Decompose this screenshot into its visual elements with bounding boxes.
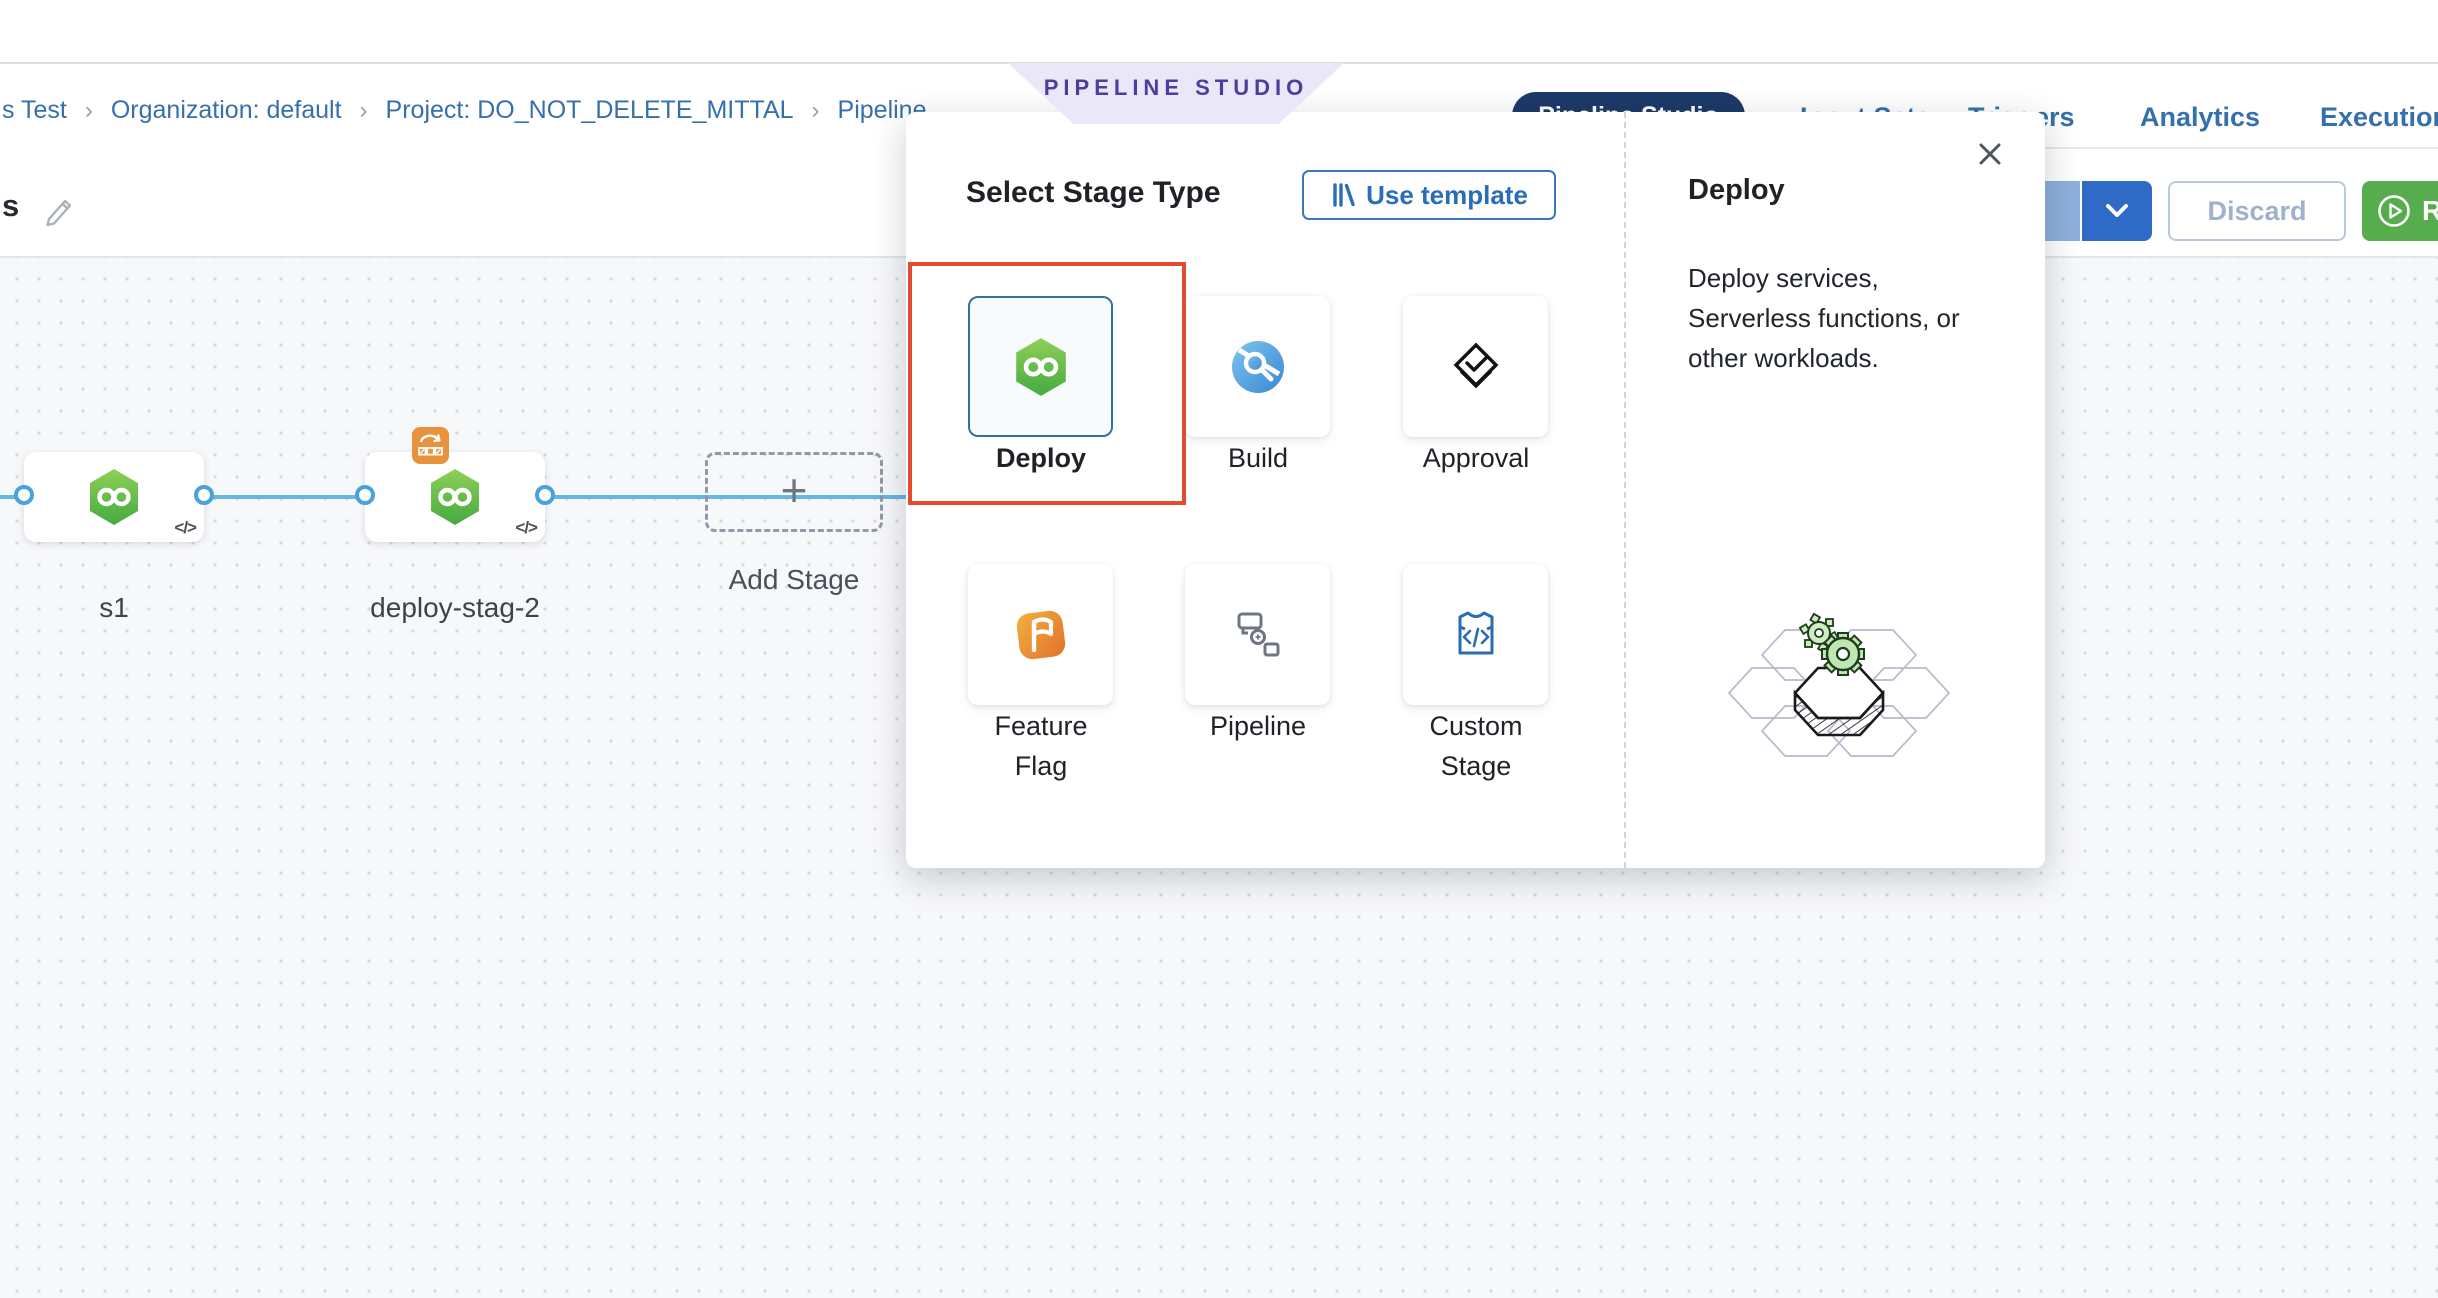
add-stage-button[interactable]: + [705, 452, 883, 532]
dialog-title: Select Stage Type [966, 176, 1221, 210]
detail-description: Deploy services, Serverless functions, o… [1688, 258, 1988, 378]
panel-divider [1624, 112, 1626, 868]
cd-hexagon-icon [87, 467, 141, 532]
run-button[interactable]: R [2362, 181, 2438, 241]
add-stage-label: Add Stage [704, 564, 884, 596]
stage-node-deploy-stag-2[interactable]: </> [365, 452, 545, 542]
close-icon[interactable] [1968, 132, 2012, 176]
code-view-glyph: </> [174, 518, 196, 538]
stage-type-label-pipeline: Pipeline [1183, 706, 1333, 746]
breadcrumb-project[interactable]: Project: DO_NOT_DELETE_MITTAL [386, 96, 794, 125]
stage-node-s1[interactable]: </> [24, 452, 204, 542]
pipeline-studio-screen: s Test › Organization: default › Project… [0, 0, 2438, 1298]
stage-type-card-pipeline[interactable] [1185, 564, 1330, 705]
selection-highlight-box [908, 262, 1186, 505]
breadcrumb-organization[interactable]: Organization: default [111, 96, 342, 125]
tab-analytics[interactable]: Analytics [2140, 102, 2260, 133]
plus-icon: + [781, 467, 808, 513]
stage-label-deploy-stag-2: deploy-stag-2 [355, 592, 555, 624]
template-library-icon [1330, 182, 1356, 208]
save-chevron-down-icon[interactable] [2082, 181, 2152, 241]
use-template-button[interactable]: Use template [1302, 170, 1556, 220]
code-view-glyph: </> [515, 518, 537, 538]
stage-type-card-approval[interactable] [1403, 296, 1548, 437]
stage-type-label-feature-flag: Feature Flag [966, 706, 1116, 786]
edit-pencil-icon[interactable] [42, 192, 76, 233]
build-ci-icon [1227, 336, 1289, 398]
select-stage-type-dialog: Select Stage Type Use template [906, 112, 2045, 868]
breadcrumb-separator: › [360, 97, 368, 125]
stage-type-card-custom-stage[interactable] [1403, 564, 1548, 705]
detail-title: Deploy [1688, 174, 1785, 207]
discard-button[interactable]: Discard [2168, 181, 2346, 241]
cd-hexagon-icon [428, 467, 482, 532]
deploy-illustration [1702, 592, 1972, 777]
pipeline-studio-badge-label: PIPELINE STUDIO [1044, 75, 1308, 124]
rollback-strategy-icon [412, 427, 449, 464]
tab-executions[interactable]: Execution [2320, 102, 2438, 133]
breadcrumb: s Test › Organization: default › Project… [2, 96, 926, 125]
custom-stage-icon [1448, 607, 1504, 663]
play-circle-icon [2376, 193, 2412, 229]
stage-type-label-build: Build [1183, 438, 1333, 478]
breadcrumb-account[interactable]: s Test [2, 96, 67, 125]
stage-port[interactable] [14, 485, 34, 505]
pipeline-chain-icon [1231, 608, 1285, 662]
breadcrumb-separator: › [85, 97, 93, 125]
stage-label-s1: s1 [24, 592, 204, 624]
stage-type-label-approval: Approval [1401, 438, 1551, 478]
stage-port[interactable] [194, 485, 214, 505]
stage-type-card-feature-flag[interactable] [968, 564, 1113, 705]
nav-divider [2020, 147, 2438, 149]
approval-check-icon [1447, 338, 1505, 396]
use-template-label: Use template [1366, 180, 1528, 211]
breadcrumb-separator: › [812, 97, 820, 125]
stage-port[interactable] [535, 485, 555, 505]
feature-flag-icon [1012, 606, 1070, 664]
stage-port[interactable] [355, 485, 375, 505]
stage-type-card-build[interactable] [1185, 296, 1330, 437]
run-label: R [2422, 195, 2438, 227]
stage-type-label-custom-stage: Custom Stage [1401, 706, 1551, 786]
pipeline-name: s [2, 188, 19, 224]
